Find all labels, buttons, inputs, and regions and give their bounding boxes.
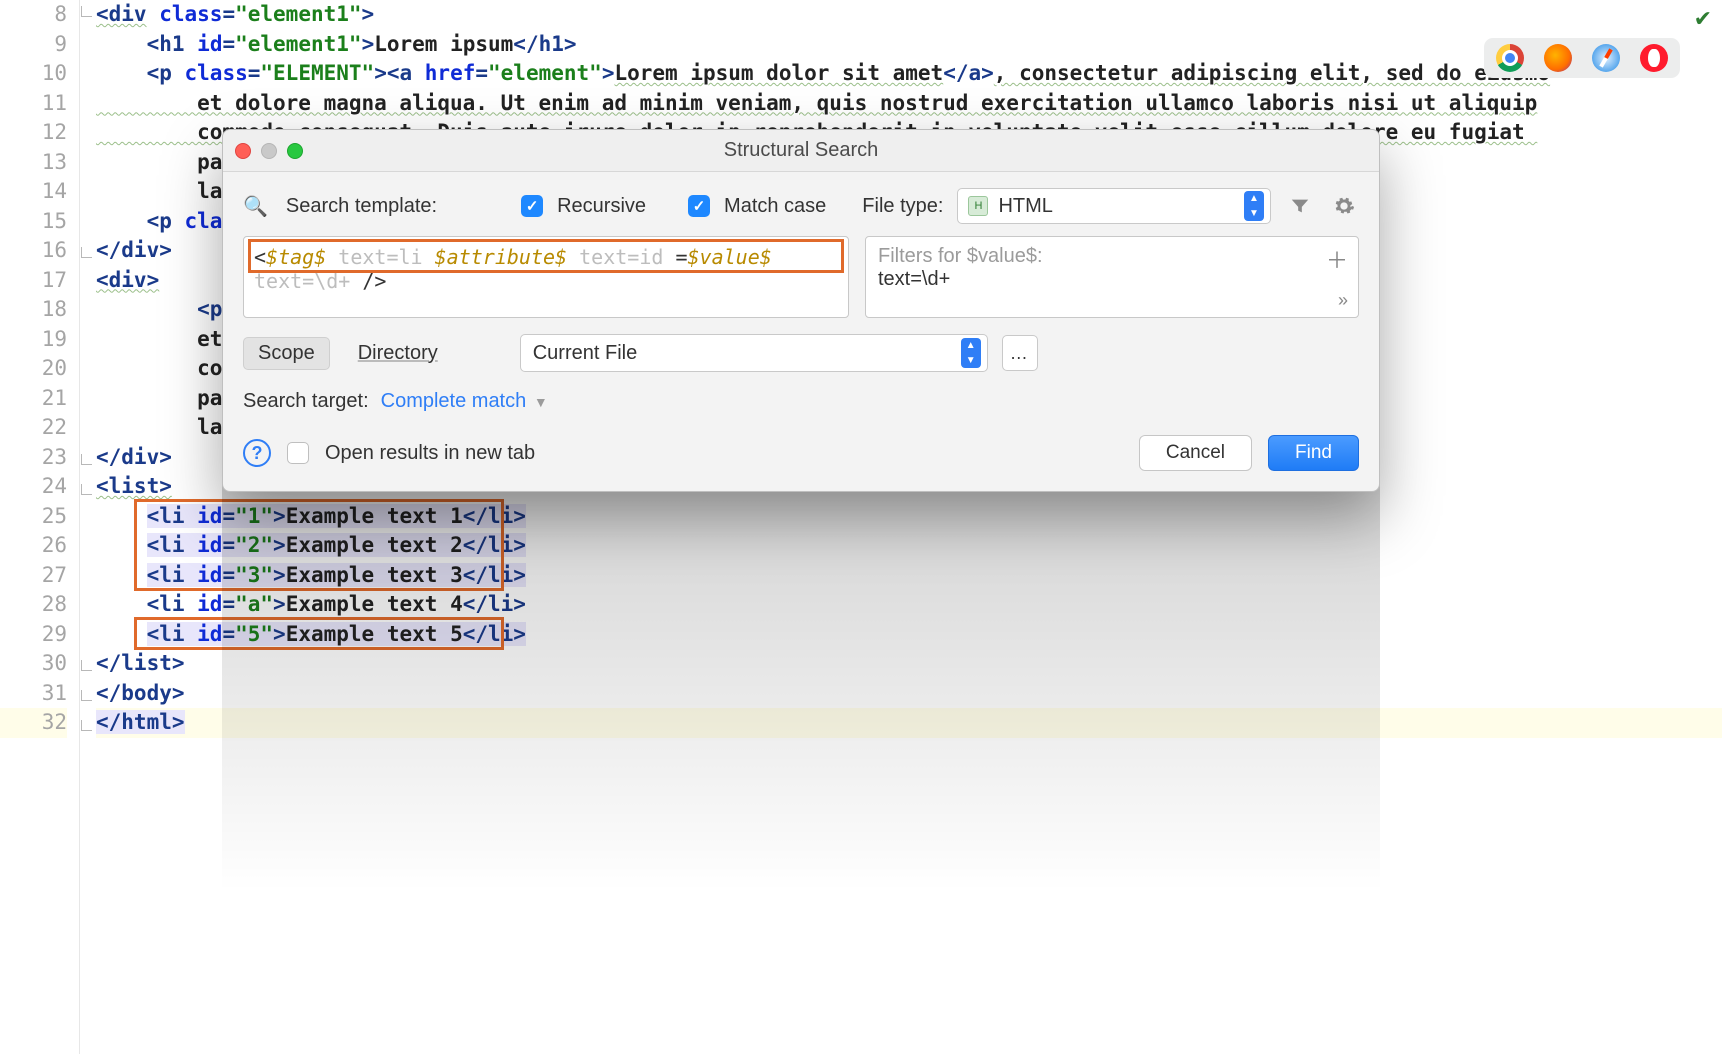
filter-icon[interactable] bbox=[1285, 191, 1315, 221]
search-template-input[interactable]: <$tag$ text=li $attribute$ text=id =$val… bbox=[243, 236, 849, 318]
safari-icon[interactable] bbox=[1592, 44, 1620, 72]
find-button[interactable]: Find bbox=[1268, 435, 1359, 471]
gear-icon[interactable] bbox=[1329, 191, 1359, 221]
file-type-select[interactable]: H HTML ▲▼ bbox=[957, 188, 1271, 224]
open-new-tab-label: Open results in new tab bbox=[325, 442, 535, 465]
expand-filters-icon[interactable]: » bbox=[1338, 290, 1348, 311]
tpl-hint-val: text=\d+ bbox=[254, 269, 362, 293]
scope-value: Current File bbox=[533, 342, 637, 365]
browser-preview-toolbar bbox=[1484, 38, 1680, 78]
inspection-ok-icon: ✔ bbox=[1694, 6, 1712, 32]
tpl-close: /> bbox=[362, 269, 386, 293]
recursive-checkbox[interactable]: ✓ bbox=[521, 195, 543, 217]
file-type-value: HTML bbox=[998, 195, 1052, 218]
search-target-label: Search target: bbox=[243, 390, 369, 413]
structural-search-dialog: Structural Search 🔍 Search template: ✓ R… bbox=[222, 129, 1380, 492]
line-number-gutter: 8910111213141516171819202122232425262728… bbox=[0, 0, 80, 1054]
dialog-title: Structural Search bbox=[223, 139, 1379, 162]
tpl-var-attribute: $attribute$ bbox=[435, 245, 567, 269]
fold-column bbox=[80, 0, 94, 1054]
tpl-var-tag: $tag$ bbox=[266, 245, 326, 269]
add-filter-icon[interactable]: ＋ bbox=[1326, 243, 1348, 275]
stepper-icon[interactable]: ▲▼ bbox=[961, 338, 981, 368]
search-target-value[interactable]: Complete match ▼ bbox=[381, 390, 548, 413]
match-case-label: Match case bbox=[724, 195, 826, 218]
tpl-eq: = bbox=[675, 245, 687, 269]
cancel-button[interactable]: Cancel bbox=[1139, 435, 1252, 471]
tpl-var-value: $value$ bbox=[688, 245, 772, 269]
opera-icon[interactable] bbox=[1640, 44, 1668, 72]
search-icon[interactable]: 🔍 bbox=[243, 194, 268, 219]
stepper-icon[interactable]: ▲▼ bbox=[1244, 191, 1264, 221]
directory-button[interactable]: Directory bbox=[344, 338, 452, 369]
tpl-hint-attr: text=id bbox=[567, 245, 675, 269]
browse-scope-button[interactable]: … bbox=[1002, 335, 1038, 371]
filters-label: Filters for $value$: bbox=[878, 245, 1346, 268]
filters-value: text=\d+ bbox=[878, 268, 1346, 291]
chevron-down-icon: ▼ bbox=[534, 394, 548, 410]
open-new-tab-checkbox[interactable] bbox=[287, 442, 309, 464]
search-template-label: Search template: bbox=[286, 195, 437, 218]
tpl-hint-tag: text=li bbox=[326, 245, 434, 269]
chrome-icon[interactable] bbox=[1496, 44, 1524, 72]
dialog-titlebar[interactable]: Structural Search bbox=[223, 130, 1379, 172]
filters-panel[interactable]: Filters for $value$: text=\d+ ＋ » bbox=[865, 236, 1359, 318]
firefox-icon[interactable] bbox=[1544, 44, 1572, 72]
tpl-open: < bbox=[254, 245, 266, 269]
help-icon[interactable]: ? bbox=[243, 439, 271, 467]
recursive-label: Recursive bbox=[557, 195, 646, 218]
scope-select[interactable]: Current File ▲▼ bbox=[520, 334, 988, 372]
scope-button[interactable]: Scope bbox=[243, 337, 330, 370]
html-file-icon: H bbox=[968, 196, 988, 216]
file-type-label: File type: bbox=[862, 195, 943, 218]
match-case-checkbox[interactable]: ✓ bbox=[688, 195, 710, 217]
